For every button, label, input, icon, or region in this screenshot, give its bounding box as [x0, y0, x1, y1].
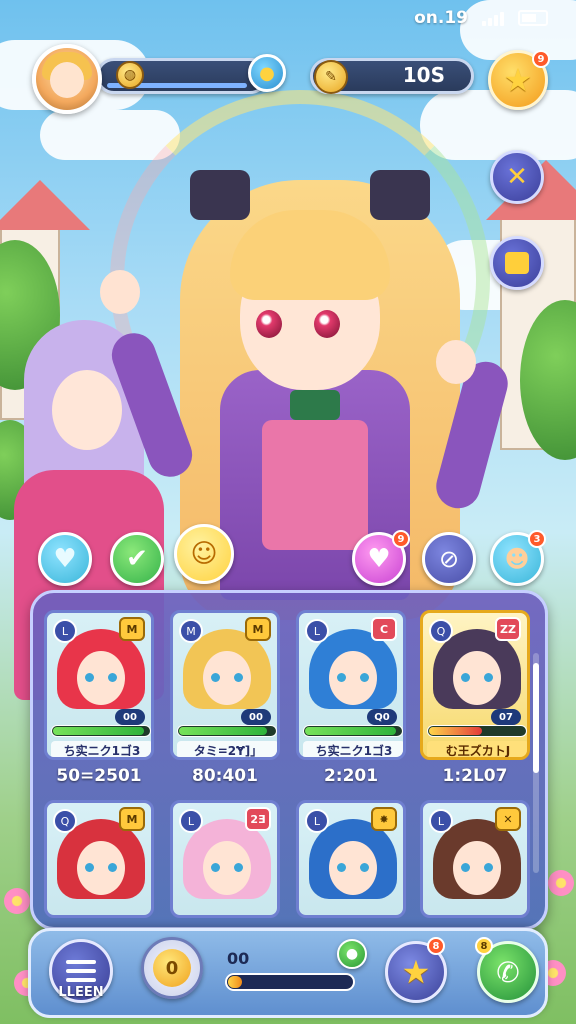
card-rank-badge: ✸ — [371, 807, 397, 831]
bottom-nav: LLEEN 0 00 ● ★ 8 ✆ 8 — [28, 928, 548, 1018]
card-power: 1:2L07 — [442, 766, 508, 786]
mini-green-button[interactable]: ● — [337, 939, 367, 969]
card-level-badge: L — [429, 809, 453, 833]
card-level-badge: M — [179, 619, 203, 643]
character-portrait — [309, 819, 397, 905]
star-button-badge: 9 — [532, 50, 550, 68]
player-avatar[interactable] — [32, 44, 102, 114]
qa-check-button[interactable]: ✔ — [110, 532, 164, 586]
card-power: 2:201 — [323, 766, 379, 786]
star-icon: ★ — [401, 953, 431, 991]
qa-smiley-button[interactable]: ☺ — [174, 524, 234, 584]
character-portrait — [57, 819, 145, 905]
heart-gem-icon: ♥ — [367, 544, 391, 574]
card-level-badge: L — [53, 619, 77, 643]
card-hp-bar — [303, 725, 403, 737]
xp-bar-fill — [228, 976, 242, 988]
character-card[interactable]: L M 00 ち实ニク1ゴ3 — [44, 610, 154, 760]
roster-scroll-thumb[interactable] — [533, 663, 539, 773]
character-card[interactable]: M M 00 タミ=2Ɏ]」 — [170, 610, 280, 760]
qa-face-badge: 3 — [528, 530, 546, 548]
card-name: ち实ニク1ゴ3 — [303, 741, 403, 757]
face-icon: ☻ — [504, 545, 530, 573]
currency-value: 10S — [402, 63, 445, 87]
card-rank-badge: ZZ — [495, 617, 521, 641]
card-hp-fill — [429, 727, 482, 735]
battery-icon — [518, 10, 548, 26]
card-rank-badge: M — [119, 807, 145, 831]
qa-heart-gem-badge: 9 — [392, 530, 410, 548]
card-hp-fill — [53, 727, 144, 735]
character-portrait — [433, 629, 521, 715]
star-nav-badge: 8 — [427, 937, 445, 955]
character-card[interactable]: QM — [44, 800, 154, 918]
check-icon: ✔ — [126, 544, 148, 574]
inventory-button[interactable] — [490, 236, 544, 290]
card-rank-badge: M — [119, 617, 145, 641]
card-level-badge: L — [305, 619, 329, 643]
card-rank-badge: C — [371, 617, 397, 641]
card-name: タミ=2Ɏ]」 — [177, 741, 277, 757]
card-name: ち实ニク1ゴ3 — [51, 741, 151, 757]
card-rank-badge: 2Ǝ — [245, 807, 271, 831]
character-card[interactable]: L ✕ — [420, 800, 530, 918]
no-phone-icon: ⊘ — [438, 545, 460, 573]
character-portrait — [433, 819, 521, 905]
card-hp-fill — [179, 727, 267, 735]
card-number: 00 — [241, 709, 271, 725]
roster-scrollbar[interactable] — [533, 653, 539, 873]
battle-button[interactable]: ✕ — [490, 150, 544, 204]
heart-icon: ♥ — [53, 544, 77, 574]
status-bar: on.19 — [414, 8, 548, 28]
character-card[interactable]: L C Q0 ち实ニク1ゴ3 — [296, 610, 406, 760]
star-icon: ★ — [503, 61, 533, 99]
card-number: Q0 — [367, 709, 397, 725]
card-number: 07 — [491, 709, 521, 725]
card-power: 80:401 — [192, 766, 258, 786]
chick-button[interactable]: ● — [248, 54, 286, 92]
bag-icon — [505, 252, 529, 274]
card-name: む王ズカトJ — [427, 741, 527, 757]
menu-label: LLEEN — [58, 985, 104, 1000]
card-rank-badge: M — [245, 617, 271, 641]
card-level-badge: Q — [429, 619, 453, 643]
character-portrait — [57, 629, 145, 715]
character-card[interactable]: L ✸ — [296, 800, 406, 918]
qa-no-phone-button[interactable]: ⊘ — [422, 532, 476, 586]
card-level-badge: Q — [53, 809, 77, 833]
phone-icon: ✆ — [496, 955, 520, 989]
menu-icon — [66, 960, 96, 982]
character-portrait — [183, 819, 271, 905]
chick-icon: ● — [259, 62, 275, 84]
smiley-star-icon: ☺ — [190, 539, 218, 569]
coin-shop-button[interactable]: 0 — [141, 937, 203, 999]
card-number: 00 — [115, 709, 145, 725]
clock: on.19 — [414, 8, 468, 28]
card-power: 50=2501 — [56, 766, 142, 786]
card-hp-bar — [427, 725, 527, 737]
crossed-swords-icon: ✕ — [506, 162, 528, 192]
character-portrait — [309, 629, 397, 715]
qa-heart-button[interactable]: ♥ — [38, 532, 92, 586]
character-card[interactable]: Q ZZ 07 む王ズカトJ — [420, 610, 530, 760]
phone-nav-badge: 8 — [475, 937, 493, 955]
character-card[interactable]: L 2Ǝ — [170, 800, 280, 918]
xp-label: 00 — [227, 949, 250, 968]
character-portrait — [183, 629, 271, 715]
card-hp-bar — [51, 725, 151, 737]
paw-icon: ● — [345, 946, 359, 962]
signal-icon — [482, 10, 504, 26]
feather-icon: ✎ — [314, 60, 348, 94]
card-hp-bar — [177, 725, 277, 737]
coin-icon: ◍ — [116, 61, 144, 89]
card-level-badge: L — [305, 809, 329, 833]
coin-icon: 0 — [153, 949, 191, 987]
xp-bar — [225, 973, 355, 991]
card-hp-fill — [305, 727, 396, 735]
card-rank-badge: ✕ — [495, 807, 521, 831]
card-level-badge: L — [179, 809, 203, 833]
